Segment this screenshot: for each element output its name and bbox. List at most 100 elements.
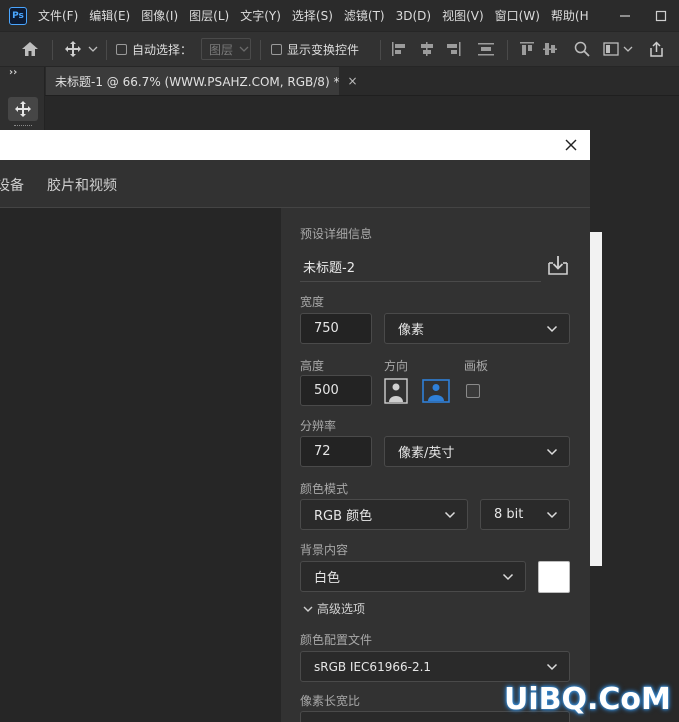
watermark-text: UiBQ.CoM (504, 681, 671, 717)
show-transform-checkbox[interactable]: 显示变换控件 (271, 32, 359, 66)
workspace-icon (603, 42, 619, 56)
distribute-button[interactable] (477, 32, 495, 66)
menu-view[interactable]: 视图(V) (442, 7, 484, 24)
move-tool[interactable] (8, 97, 38, 121)
height-label: 高度 (300, 359, 325, 373)
close-tab-icon[interactable]: × (347, 74, 357, 88)
options-bar: 自动选择： 图层 显示变换控件 (0, 31, 679, 67)
color-mode-label: 颜色模式 (300, 482, 349, 496)
menu-3d[interactable]: 3D(D) (396, 9, 431, 23)
background-value: 白色 (314, 571, 341, 586)
align-center-button[interactable] (418, 32, 436, 66)
home-icon (22, 42, 38, 56)
move-icon (65, 41, 81, 57)
align-right-button[interactable] (444, 32, 462, 66)
background-color-swatch[interactable] (538, 561, 570, 593)
menu-image[interactable]: 图像(I) (141, 7, 178, 24)
divider (106, 40, 107, 60)
color-profile-value: sRGB IEC61966-2.1 (314, 659, 432, 674)
document-canvas (590, 232, 602, 566)
menu-layer[interactable]: 图层(L) (189, 7, 229, 24)
chevron-down-icon (303, 606, 313, 612)
width-unit-select[interactable]: 像素 (384, 313, 570, 344)
move-icon (15, 101, 31, 117)
chevron-down-icon (546, 448, 558, 456)
align-middle-button[interactable] (542, 32, 558, 66)
layer-dropdown-value: 图层 (209, 42, 234, 57)
chevron-down-icon (546, 511, 558, 519)
height-input[interactable]: 500 (300, 375, 372, 406)
divider (52, 40, 53, 60)
chevron-down-icon (88, 46, 98, 52)
move-tool-preset[interactable] (64, 32, 98, 66)
align-middle-icon (543, 43, 557, 55)
landscape-icon (422, 379, 450, 403)
pixel-aspect-label: 像素长宽比 (300, 694, 361, 708)
close-dialog-button[interactable] (562, 136, 580, 154)
divider (380, 40, 381, 60)
align-top-button[interactable] (519, 32, 535, 66)
preset-details-label: 预设详细信息 (300, 227, 373, 241)
tab-devices[interactable]: 设备 (0, 175, 24, 195)
share-icon (650, 40, 663, 57)
advanced-options-toggle[interactable]: 高级选项 (303, 600, 365, 617)
workspace-button[interactable] (603, 32, 633, 66)
resolution-unit-select[interactable]: 像素/英寸 (384, 436, 570, 467)
minimize-icon (620, 14, 630, 17)
divider (507, 40, 508, 60)
auto-select-checkbox[interactable]: 自动选择： (116, 32, 192, 66)
bit-depth-value: 8 bit (494, 507, 524, 522)
save-preset-icon[interactable] (547, 254, 569, 276)
background-label: 背景内容 (300, 543, 349, 557)
photoshop-logo: Ps (9, 6, 27, 25)
dialog-title-bar (0, 130, 590, 160)
menu-bar: Ps 文件(F) 编辑(E) 图像(I) 图层(L) 文字(Y) 选择(S) 滤… (0, 0, 679, 31)
align-top-icon (520, 42, 534, 55)
resolution-input[interactable]: 72 (300, 436, 372, 467)
color-profile-label: 颜色配置文件 (300, 633, 373, 647)
share-button[interactable] (648, 32, 665, 66)
home-button[interactable] (20, 32, 40, 66)
show-transform-label: 显示变换控件 (287, 42, 360, 57)
document-tab-title: 未标题-1 @ 66.7% (WWW.PSAHZ.COM, RGB/8) * (55, 74, 340, 89)
width-input[interactable]: 750 (300, 313, 372, 344)
restore-button[interactable] (643, 0, 679, 31)
tab-film-video[interactable]: 胶片和视频 (47, 175, 117, 195)
document-tab[interactable]: 未标题-1 @ 66.7% (WWW.PSAHZ.COM, RGB/8) * × (46, 67, 358, 95)
width-value: 750 (314, 321, 339, 336)
document-tab-bar: 未标题-1 @ 66.7% (WWW.PSAHZ.COM, RGB/8) * × (45, 67, 679, 96)
menu-filter[interactable]: 滤镜(T) (344, 7, 385, 24)
layer-dropdown[interactable]: 图层 (201, 32, 251, 66)
search-icon (574, 41, 590, 57)
marquee-tool-edge[interactable] (14, 125, 32, 128)
search-button[interactable] (574, 32, 590, 66)
portrait-orientation-button[interactable] (383, 378, 409, 404)
divider (260, 40, 261, 60)
menu-edit[interactable]: 编辑(E) (89, 7, 130, 24)
menu-help[interactable]: 帮助(H (551, 7, 589, 24)
bit-depth-select[interactable]: 8 bit (480, 499, 570, 530)
preset-category-tabs: 设备 胶片和视频 (0, 160, 590, 208)
menu-window[interactable]: 窗口(W) (495, 7, 540, 24)
resolution-label: 分辨率 (300, 419, 337, 433)
new-document-dialog: 设备 胶片和视频 (0, 130, 590, 722)
chevron-down-icon (546, 663, 558, 671)
menu-type[interactable]: 文字(Y) (240, 7, 281, 24)
background-select[interactable]: 白色 (300, 561, 526, 592)
artboard-checkbox[interactable] (466, 384, 480, 398)
chevron-down-icon (546, 325, 558, 333)
menu-select[interactable]: 选择(S) (292, 7, 333, 24)
checkbox-box (271, 43, 282, 55)
chevron-down-icon (502, 573, 514, 581)
document-name-input[interactable]: 未标题-2 (300, 251, 541, 282)
menu-file[interactable]: 文件(F) (38, 7, 78, 24)
landscape-orientation-button[interactable] (422, 378, 450, 404)
minimize-button[interactable] (607, 0, 643, 31)
collapse-panel-button[interactable]: ›› (9, 67, 17, 78)
color-profile-select[interactable]: sRGB IEC61966-2.1 (300, 651, 570, 682)
resolution-unit-value: 像素/英寸 (398, 446, 455, 461)
color-mode-select[interactable]: RGB 颜色 (300, 499, 468, 530)
chevron-down-icon (239, 46, 249, 52)
width-unit-value: 像素 (398, 323, 425, 338)
align-left-button[interactable] (391, 32, 409, 66)
